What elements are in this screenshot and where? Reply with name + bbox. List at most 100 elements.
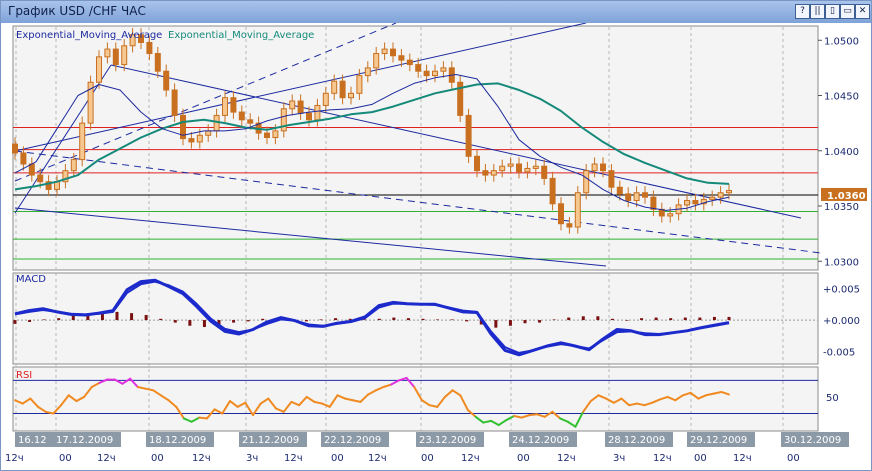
candle-body [238, 111, 245, 121]
rsi-segment [528, 413, 539, 417]
candle-body [616, 186, 623, 195]
hour-label: 00 [331, 453, 344, 464]
candle-body [205, 130, 212, 136]
candle-body [642, 192, 648, 198]
maximize-button[interactable]: ▭ [840, 4, 855, 19]
candle-body [574, 192, 581, 228]
hour-label: 12ч [97, 453, 116, 464]
help-button[interactable]: ? [795, 4, 810, 19]
candle-body [171, 89, 178, 116]
candle-body [474, 155, 480, 172]
hour-label: 00 [694, 453, 707, 464]
hour-label: 00 [151, 453, 164, 464]
candle-body [549, 177, 556, 205]
candle-body [633, 192, 640, 201]
macd-tick-label: -0.005 [823, 348, 855, 359]
candle-body [331, 80, 338, 94]
candle-body [96, 56, 102, 83]
candle-body [364, 67, 371, 77]
candle-body [583, 170, 590, 194]
date-label: 17.12.2009 [56, 435, 113, 446]
hour-label: 00 [787, 453, 800, 464]
candle-body [650, 196, 657, 210]
candle-body [667, 213, 674, 217]
macd-tick-label: +0.000 [823, 316, 860, 327]
candle-body [154, 53, 161, 72]
close-button[interactable]: ✕ [855, 4, 870, 19]
candle-body [146, 41, 153, 55]
hour-label: 00 [421, 453, 434, 464]
candle-body [566, 223, 573, 228]
macd-tick-label: +0.005 [823, 285, 860, 296]
rsi-label: RSI [16, 370, 32, 381]
candle-body [230, 97, 237, 113]
hour-label: 12ч [733, 453, 752, 464]
candle-body [717, 192, 724, 198]
candle-body [70, 159, 77, 172]
candle-body [490, 170, 497, 176]
candle-body [297, 100, 304, 114]
date-label: 16.12 [18, 435, 47, 446]
candle-body [373, 53, 380, 69]
candle-body [213, 114, 220, 132]
candle-body [406, 59, 413, 66]
price-tick-label: 1.0300 [824, 257, 859, 268]
window-title: График USD /CHF ЧАС [8, 4, 146, 18]
candle-body [264, 132, 270, 139]
date-label: 30.12.2009 [784, 435, 841, 446]
hour-label: 12ч [368, 453, 387, 464]
price-panel[interactable] [12, 25, 819, 271]
candle-body [79, 122, 86, 161]
candle-body [465, 114, 472, 157]
candle-body [28, 163, 35, 176]
chart-area: 1.0500 1.0450 1.0400 1.0350 1.0300 1.0360 +0.0… [1, 23, 871, 470]
candle-body [12, 143, 18, 154]
candle-body [112, 48, 119, 66]
hour-label: 12ч [5, 453, 24, 464]
candle-body [188, 138, 195, 143]
candle-body [104, 48, 111, 58]
candlestick [457, 75, 464, 123]
hour-label: 12ч [461, 453, 480, 464]
hour-label: 12ч [653, 453, 672, 464]
candle-body [348, 92, 354, 99]
hour-label: 12ч [557, 453, 576, 464]
candle-body [314, 104, 321, 121]
date-label: 24.12.2009 [512, 435, 569, 446]
hour-label: 12ч [284, 453, 303, 464]
candle-body [247, 119, 254, 124]
date-label: 28.12.2009 [608, 435, 665, 446]
candle-body [625, 193, 632, 201]
candle-body [37, 174, 44, 183]
candle-body [322, 92, 329, 106]
candle-body [415, 64, 422, 72]
candle-body [440, 67, 447, 72]
candle-body [684, 199, 690, 206]
candlestick [87, 75, 94, 130]
candlestick [79, 116, 86, 167]
candle-body [222, 97, 228, 116]
date-label: 22.12.2009 [324, 435, 381, 446]
rsi-tick-label: 50 [826, 393, 839, 404]
candle-body [20, 152, 27, 165]
date-label: 18.12.2009 [149, 435, 206, 446]
minimize-button[interactable]: ▯ [825, 4, 840, 19]
price-tick-label: 1.0350 [824, 202, 859, 213]
legend-ema-fast: Exponential_Moving_Average [16, 30, 162, 41]
hour-label: 3ч [613, 453, 625, 464]
candle-body [432, 70, 438, 77]
candle-body [289, 100, 296, 110]
candle-body [608, 170, 615, 188]
candle-body [390, 48, 396, 57]
chart-window: График USD /CHF ЧАС ? || ▯ ▭ ✕ 1.0500 1.0… [0, 0, 872, 471]
hour-label: 12ч [192, 453, 211, 464]
candle-body [709, 196, 716, 200]
pause-button[interactable]: || [810, 4, 825, 19]
candle-body [507, 163, 514, 167]
candle-body [591, 163, 598, 172]
price-tick-label: 1.0500 [824, 36, 859, 47]
candle-body [423, 70, 430, 77]
candle-body [339, 80, 346, 99]
candle-body [381, 48, 388, 55]
candle-body [196, 134, 203, 143]
